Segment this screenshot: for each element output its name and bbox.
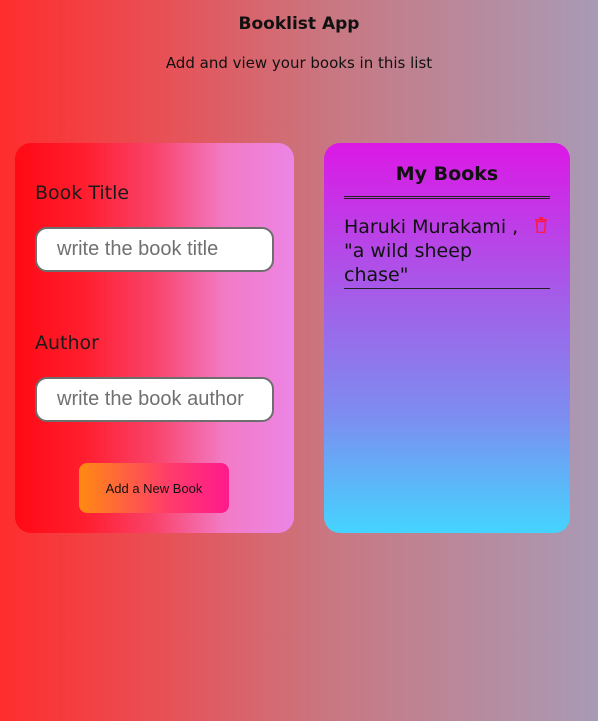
author-label: Author bbox=[35, 332, 99, 354]
book-title-input[interactable] bbox=[35, 227, 274, 272]
my-books-heading: My Books bbox=[395, 163, 499, 185]
trash-icon[interactable] bbox=[534, 217, 548, 233]
book-entry-text: Haruki Murakami , "a wild sheep chase" bbox=[344, 216, 519, 286]
heading-divider bbox=[344, 196, 550, 199]
my-books-panel: My Books Haruki Murakami , "a wild sheep… bbox=[324, 143, 570, 533]
book-author-input[interactable] bbox=[35, 377, 274, 422]
book-title-label: Book Title bbox=[35, 182, 130, 204]
add-book-form: Book Title Author Add a New Book bbox=[15, 143, 294, 533]
app-subtitle: Add and view your books in this list bbox=[165, 54, 433, 72]
app-title: Booklist App bbox=[238, 14, 360, 34]
add-book-button[interactable]: Add a New Book bbox=[79, 463, 229, 513]
book-list-item: Haruki Murakami , "a wild sheep chase" bbox=[344, 215, 550, 289]
